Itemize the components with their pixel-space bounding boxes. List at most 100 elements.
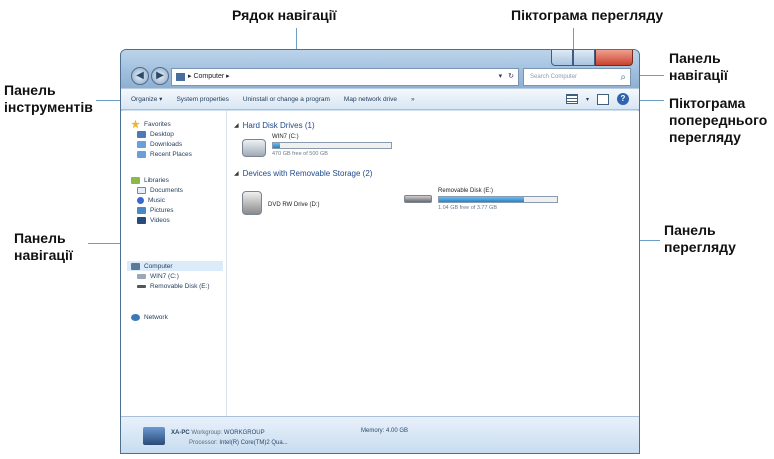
explorer-window: ◀ ▶ ▸ Computer ▸ ▾ ↻ Search Computer ⌕ O…	[120, 49, 640, 454]
drive-win7-usage-bar	[272, 142, 392, 149]
nav-item-recent[interactable]: Recent Places	[131, 149, 192, 159]
callout-toolbar-line2: інструментів	[4, 99, 93, 115]
refresh-icon[interactable]: ↻	[508, 69, 514, 85]
computer-icon	[131, 262, 140, 270]
organize-button[interactable]: Organize ▾	[131, 95, 162, 103]
desktop-icon	[137, 130, 146, 138]
nav-item-libraries[interactable]: Libraries	[131, 175, 183, 185]
nav-item-music[interactable]: Music	[131, 195, 183, 205]
network-icon	[131, 313, 140, 321]
nav-item-documents[interactable]: Documents	[131, 185, 183, 195]
view-options-icon[interactable]	[565, 94, 578, 104]
callout-nav-pane-line2: навігації	[14, 247, 73, 263]
callout-toolbar: Панель інструментів	[4, 82, 93, 116]
callout-address-bar: Рядок навігації	[232, 7, 337, 23]
hard-drive-icon	[242, 139, 266, 157]
callout-view-pane: Панель перегляду	[664, 222, 736, 256]
collapse-triangle-icon: ◢	[234, 171, 239, 177]
nav-item-pictures[interactable]: Pictures	[131, 205, 183, 215]
search-icon[interactable]: ⌕	[620, 70, 626, 86]
star-icon	[131, 119, 140, 129]
search-input[interactable]: Search Computer ⌕	[523, 68, 631, 86]
drive-win7-free: 470 GB free of 500 GB	[272, 151, 328, 157]
hard-drive-icon	[137, 273, 146, 279]
libraries-icon	[131, 176, 140, 184]
processor-value: Intel(R) Core(TM)2 Qua...	[219, 440, 288, 446]
callout-nav-panel-top-line2: навігації	[669, 67, 728, 83]
computer-group: Computer WIN7 (C:) Removable Disk (E:)	[127, 261, 223, 291]
collapse-triangle-icon: ◢	[234, 123, 239, 129]
address-bar[interactable]: ▸ Computer ▸ ▾ ↻	[171, 68, 519, 86]
preview-pane-icon[interactable]	[597, 93, 609, 105]
nav-item-desktop[interactable]: Desktop	[131, 129, 192, 139]
callout-view-icon: Піктограма перегляду	[511, 7, 664, 23]
system-properties-button[interactable]: System properties	[176, 96, 228, 103]
usb-drive-icon	[137, 284, 146, 288]
hdd-section-header[interactable]: ◢ Hard Disk Drives (1)	[234, 121, 315, 130]
drive-dvd[interactable]: DVD RW Drive (D:)	[242, 191, 320, 215]
computer-icon	[176, 73, 185, 81]
more-commands-button[interactable]: »	[411, 96, 415, 103]
recent-places-icon	[137, 150, 146, 158]
callout-preview-icon-line3: перегляду	[669, 129, 741, 145]
maximize-button[interactable]	[573, 50, 595, 66]
toolbar: Organize ▾ System properties Uninstall o…	[121, 88, 639, 110]
workgroup-label: Workgroup:	[191, 430, 223, 436]
computer-icon	[143, 427, 165, 445]
callout-nav-pane-line1: Панель	[14, 230, 66, 246]
navigation-pane: Favorites Desktop Downloads Recent Place…	[121, 111, 227, 416]
callout-view-pane-line1: Панель	[664, 222, 716, 238]
nav-buttons: ◀ ▶	[131, 67, 169, 85]
drive-removable-name: Removable Disk (E:)	[438, 188, 494, 194]
favorites-group: Favorites Desktop Downloads Recent Place…	[131, 119, 192, 159]
minimize-button[interactable]	[551, 50, 573, 66]
nav-item-win7[interactable]: WIN7 (C:)	[131, 271, 223, 281]
callout-preview-icon-line1: Піктограма	[669, 95, 746, 111]
callout-nav-panel-top: Панель навігації	[669, 50, 728, 84]
drive-removable-free: 1.04 GB free of 3.77 GB	[438, 205, 498, 211]
view-pane: ◢ Hard Disk Drives (1) WIN7 (C:) 470 GB …	[228, 111, 639, 416]
memory-label: Memory:	[361, 428, 385, 434]
drive-removable-usage-bar	[438, 196, 558, 203]
map-network-drive-button[interactable]: Map network drive	[344, 96, 397, 103]
dvd-drive-icon	[242, 191, 262, 215]
drive-dvd-name: DVD RW Drive (D:)	[268, 202, 320, 208]
callout-preview-icon: Піктограма попереднього перегляду	[669, 95, 767, 146]
address-dropdown-icon[interactable]: ▾	[499, 69, 503, 85]
forward-button[interactable]: ▶	[151, 67, 169, 85]
callout-view-pane-line2: перегляду	[664, 239, 736, 255]
removable-section-header[interactable]: ◢ Devices with Removable Storage (2)	[234, 169, 372, 178]
videos-icon	[137, 216, 146, 224]
callout-preview-icon-line2: попереднього	[669, 112, 768, 128]
drive-win7[interactable]: WIN7 (C:) 470 GB free of 500 GB	[242, 133, 392, 158]
nav-item-network[interactable]: Network	[131, 312, 168, 322]
nav-item-removable[interactable]: Removable Disk (E:)	[131, 281, 223, 291]
computer-name: XA-PC	[171, 430, 190, 436]
drive-win7-name: WIN7 (C:)	[272, 134, 299, 140]
nav-item-computer[interactable]: Computer	[127, 261, 223, 271]
drive-removable-usage-fill	[439, 197, 524, 202]
drive-removable[interactable]: Removable Disk (E:) 1.04 GB free of 3.77…	[404, 187, 558, 212]
network-group: Network	[131, 312, 168, 322]
close-button[interactable]	[595, 50, 633, 66]
address-path: ▸ Computer ▸	[188, 73, 230, 80]
usb-drive-icon	[404, 195, 432, 203]
downloads-icon	[137, 140, 146, 148]
callout-nav-pane: Панель навігації	[14, 230, 73, 264]
processor-label: Processor:	[189, 440, 218, 446]
content-area: Favorites Desktop Downloads Recent Place…	[121, 111, 639, 416]
help-icon[interactable]: ?	[617, 93, 629, 105]
memory-value: 4.00 GB	[386, 428, 409, 434]
uninstall-program-button[interactable]: Uninstall or change a program	[243, 96, 330, 103]
drive-win7-usage-fill	[273, 143, 281, 148]
details-pane: XA-PC Workgroup: WORKGROUP Processor: In…	[121, 416, 639, 453]
nav-item-favorites[interactable]: Favorites	[131, 119, 192, 129]
nav-item-videos[interactable]: Videos	[131, 215, 183, 225]
window-controls	[551, 50, 633, 67]
music-icon	[137, 196, 144, 204]
toolbar-right: ▾ ?	[565, 93, 629, 105]
back-button[interactable]: ◀	[131, 67, 149, 85]
callout-toolbar-line1: Панель	[4, 82, 56, 98]
nav-item-downloads[interactable]: Downloads	[131, 139, 192, 149]
view-dropdown-icon[interactable]: ▾	[586, 96, 589, 103]
